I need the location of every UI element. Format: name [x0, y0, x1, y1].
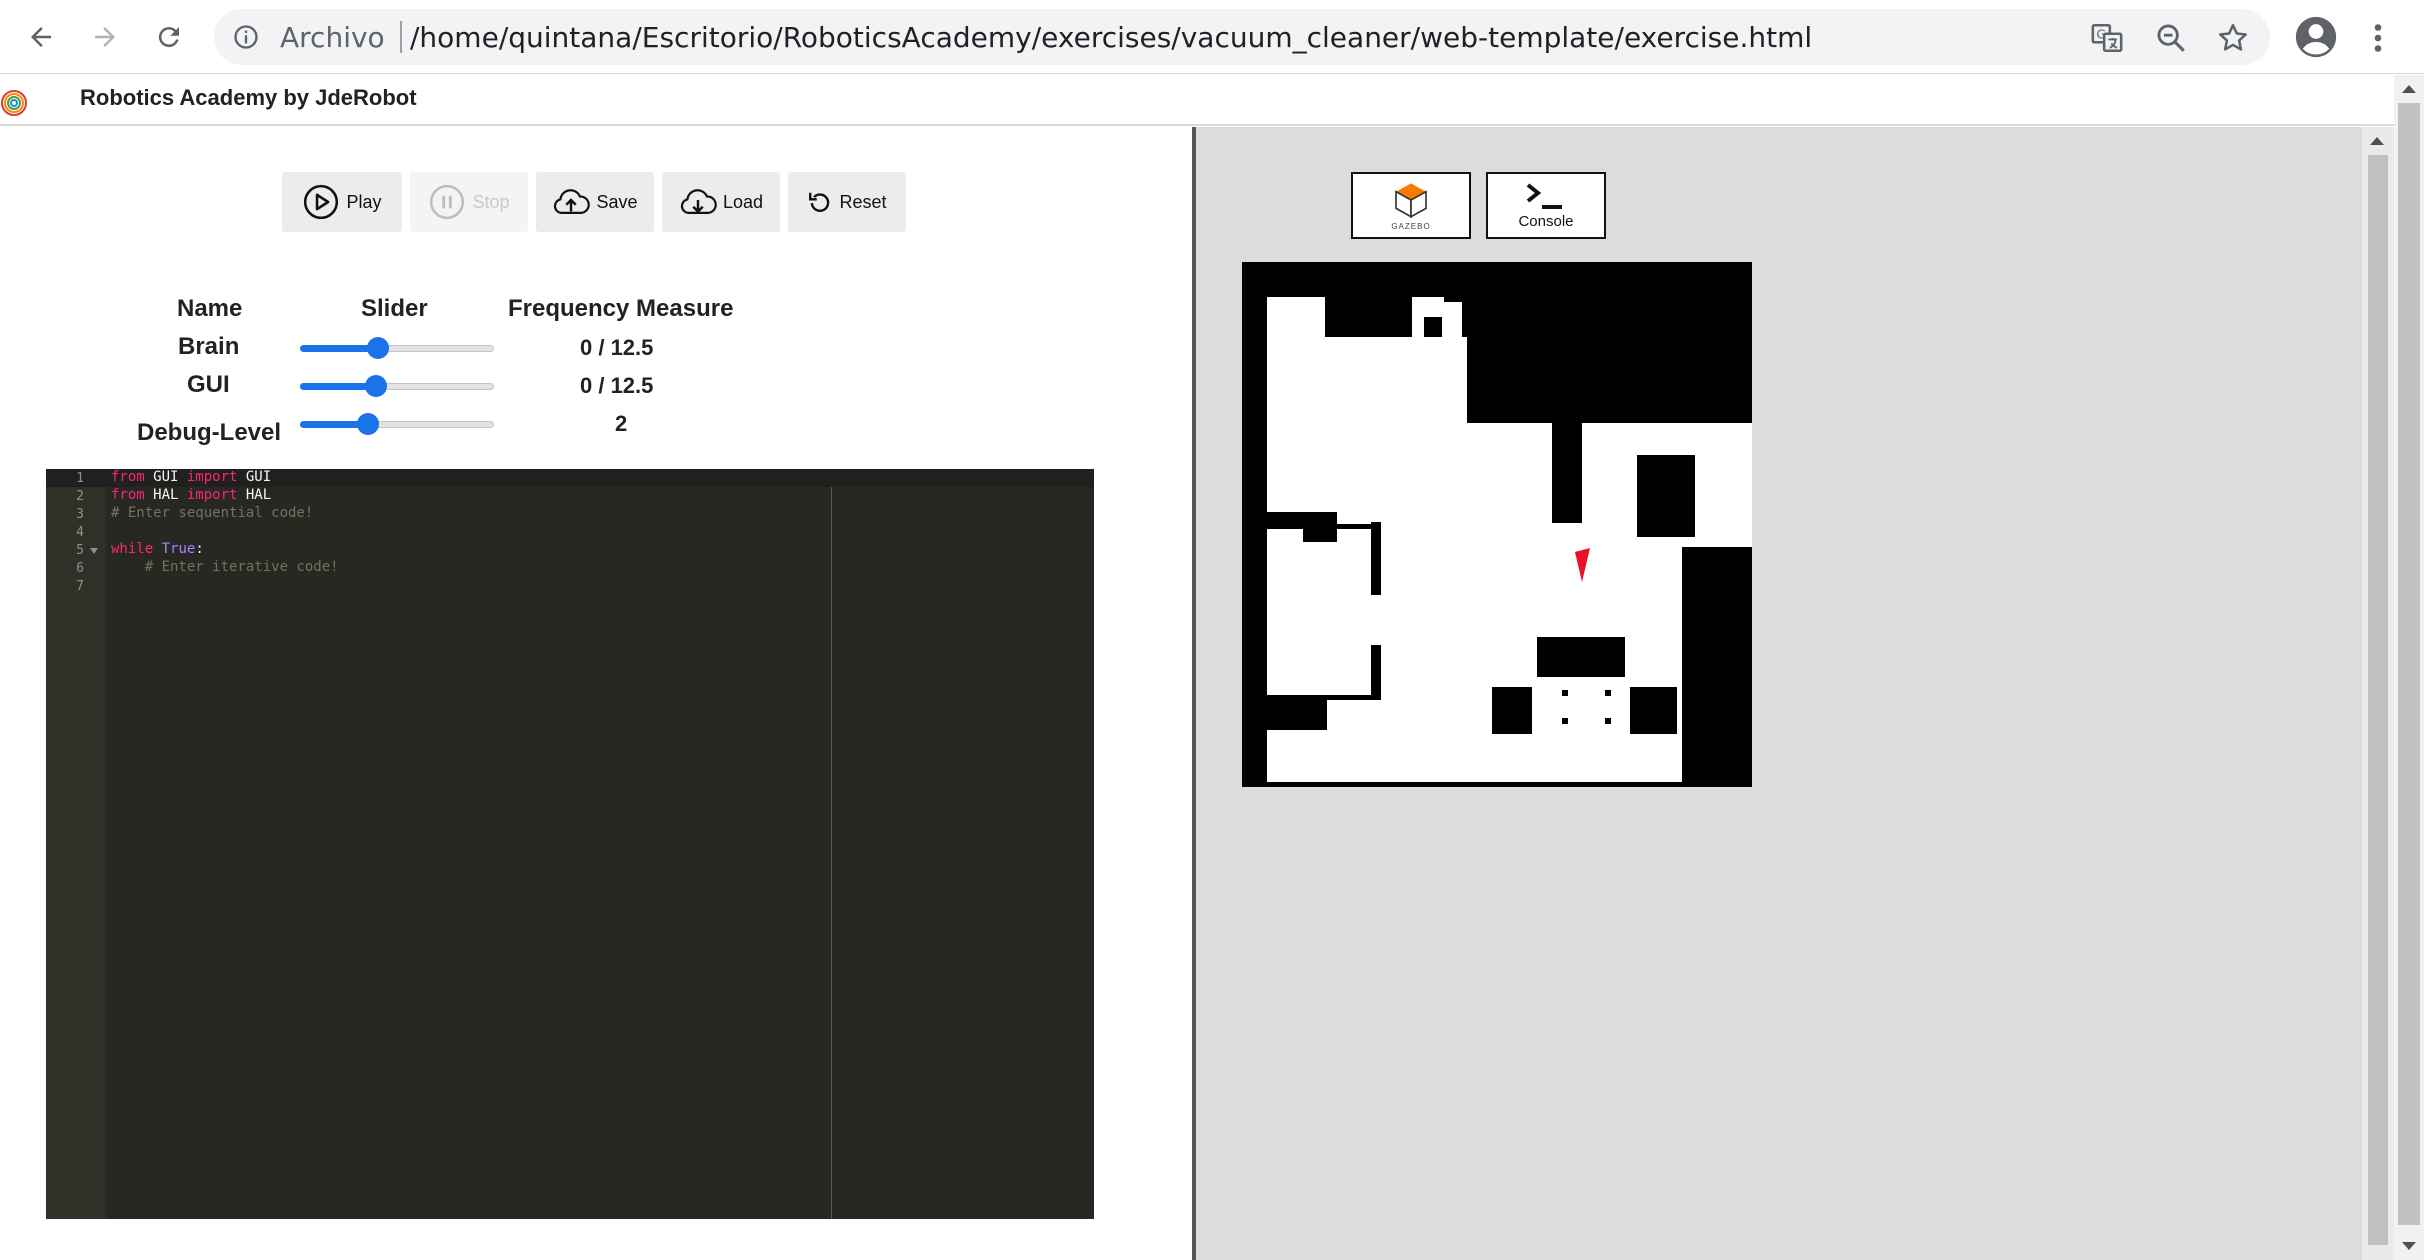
gazebo-button[interactable]: GAZEBO [1351, 172, 1471, 239]
cloud-download-icon [680, 189, 717, 214]
arrow-right-icon [95, 27, 115, 47]
omnibox-separator [400, 21, 402, 53]
line-number: 6 [76, 561, 84, 576]
save-label: Save [596, 191, 638, 212]
browser-toolbar: Archivo /home/quintana/Escritorio/Roboti… [0, 0, 2424, 74]
code-line: while True: [111, 541, 204, 557]
load-label: Load [722, 191, 764, 212]
terminal-icon [1526, 183, 1562, 209]
scroll-thumb[interactable] [2368, 155, 2388, 1245]
stop-label: Stop [472, 191, 510, 212]
reset-button[interactable]: Reset [788, 172, 906, 232]
play-label: Play [346, 191, 382, 212]
line-number: 5 [76, 543, 84, 558]
code-line: # Enter sequential code! [111, 505, 314, 521]
app-title: Robotics Academy by JdeRobot [80, 85, 417, 110]
translate-icon[interactable]: G [2090, 21, 2124, 55]
slider-header: Slider [361, 295, 428, 322]
console-label: Console [1518, 213, 1574, 230]
scroll-thumb[interactable] [2398, 103, 2420, 1225]
debug-level-value: 2 [615, 411, 628, 436]
code-line: # Enter iterative code! [144, 559, 339, 575]
measure-header: Frequency Measure [508, 295, 734, 322]
map-canvas [1242, 262, 1752, 787]
print-margin [831, 487, 832, 1219]
debug-level-label: Debug-Level [137, 419, 282, 446]
bookmark-star-icon[interactable] [2216, 21, 2250, 55]
line-number: 1 [76, 471, 84, 486]
code-line: from GUI import GUI [111, 469, 272, 485]
code-line: from HAL import HAL [111, 487, 272, 503]
brain-label: Brain [178, 333, 240, 360]
address-bar[interactable]: Archivo /home/quintana/Escritorio/Roboti… [214, 9, 2270, 65]
gui-frequency-slider[interactable] [300, 375, 494, 397]
line-number: 7 [76, 579, 84, 594]
url-text[interactable]: /home/quintana/Escritorio/RoboticsAcadem… [410, 21, 1812, 54]
save-button[interactable]: Save [536, 172, 654, 232]
exercise-toolbar: Play Stop Save Load Reset [282, 172, 906, 232]
load-button[interactable]: Load [662, 172, 780, 232]
brain-frequency-slider[interactable] [300, 337, 494, 359]
scroll-up-icon[interactable] [2402, 85, 2416, 93]
page-scrollbar[interactable] [2394, 75, 2424, 1260]
reset-icon [809, 192, 830, 212]
line-number: 3 [76, 507, 84, 522]
info-icon[interactable] [232, 23, 260, 51]
line-number: 2 [76, 489, 84, 504]
stop-button[interactable]: Stop [410, 172, 528, 232]
app-header: Robotics Academy by JdeRobot [0, 75, 2394, 126]
play-button[interactable]: Play [282, 172, 402, 232]
gazebo-cube-icon [1395, 183, 1427, 219]
profile-avatar-icon[interactable] [2294, 15, 2338, 59]
fold-arrow-icon[interactable] [90, 548, 98, 554]
reload-icon [158, 27, 179, 48]
left-pane: Play Stop Save Load Reset Name Slider Fr… [0, 127, 1192, 1260]
reset-label: Reset [839, 191, 887, 212]
reload-button[interactable] [146, 14, 192, 60]
code-editor[interactable]: 1 2 3 4 5 6 7 from GUI import GUI from H… [46, 469, 1094, 1219]
pause-icon [430, 184, 465, 220]
brain-frequency-value: 0 / 12.5 [580, 335, 654, 360]
kebab-menu-icon[interactable] [2368, 20, 2388, 56]
cloud-upload-icon [554, 189, 591, 214]
vacuum-map [1242, 262, 1752, 787]
right-pane-scrollbar[interactable] [2362, 127, 2394, 1260]
debug-level-slider[interactable] [300, 413, 494, 435]
line-number: 4 [76, 525, 84, 540]
arrow-left-icon [31, 27, 51, 47]
jderobot-logo-icon [1, 90, 27, 116]
forward-button[interactable] [82, 14, 128, 60]
scheme-label: Archivo [280, 21, 385, 54]
gui-label: GUI [187, 371, 230, 398]
console-button[interactable]: Console [1486, 172, 1606, 239]
name-header: Name [177, 295, 243, 322]
right-pane: GAZEBO Console [1196, 127, 2394, 1260]
play-icon [304, 184, 339, 220]
gazebo-label: GAZEBO [1391, 222, 1431, 231]
scroll-up-icon[interactable] [2370, 137, 2384, 145]
gui-frequency-value: 0 / 12.5 [580, 373, 654, 398]
zoom-out-icon[interactable] [2154, 21, 2188, 55]
scroll-down-icon[interactable] [2402, 1242, 2416, 1250]
back-button[interactable] [18, 14, 64, 60]
